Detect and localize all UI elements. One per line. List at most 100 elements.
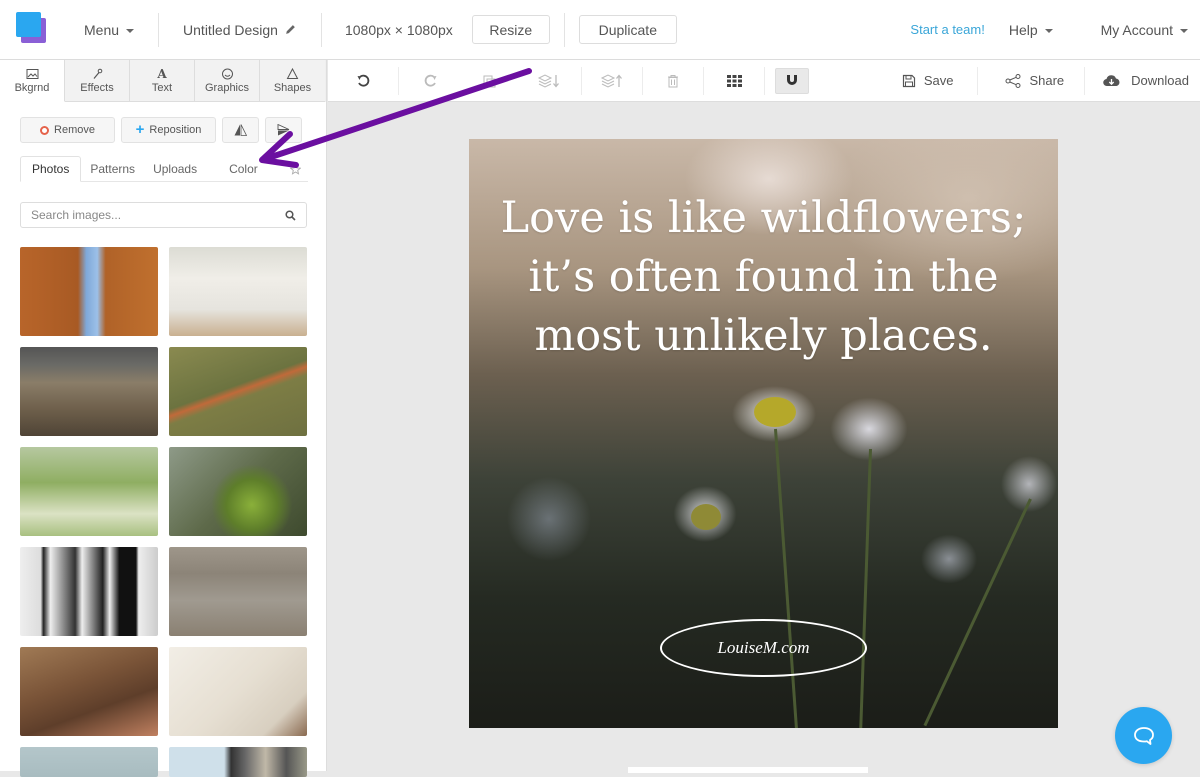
star-icon — [289, 163, 301, 175]
flower-stem — [923, 498, 1032, 727]
tab-text[interactable]: A Text — [130, 60, 195, 102]
account-label: My Account — [1100, 21, 1173, 38]
save-button[interactable]: Save — [902, 73, 954, 88]
reposition-button[interactable]: + Reposition — [121, 117, 216, 143]
chat-icon — [1133, 726, 1154, 745]
move-icon: + — [135, 121, 145, 138]
save-label: Save — [923, 73, 954, 88]
quote-line: most unlikely places. — [534, 311, 993, 361]
photo-thumbnail[interactable] — [20, 647, 158, 736]
search-icon[interactable] — [285, 209, 296, 221]
subtab-patterns[interactable]: Patterns — [81, 156, 144, 182]
copy-button[interactable] — [463, 60, 517, 102]
tab-label: Graphics — [204, 82, 250, 94]
remove-icon — [40, 125, 50, 135]
divider — [764, 66, 765, 95]
watermark-text: LouiseM.com — [717, 638, 810, 657]
subtab-photos[interactable]: Photos — [20, 156, 82, 182]
download-label: Download — [1131, 73, 1189, 88]
undo-button[interactable] — [328, 60, 398, 102]
delete-button[interactable] — [643, 60, 703, 102]
top-header: Menu Untitled Design 1080px × 1080px Res… — [0, 0, 1200, 60]
photo-thumbnail[interactable] — [169, 347, 307, 436]
smiley-icon — [221, 68, 233, 80]
dimensions-label: 1080px × 1080px — [344, 21, 453, 38]
divider — [1084, 66, 1086, 95]
caret-down-icon — [1044, 28, 1053, 33]
photo-grid — [20, 247, 307, 777]
photo-thumbnail[interactable] — [20, 447, 158, 536]
watermark-badge[interactable]: LouiseM.com — [660, 619, 867, 677]
image-search — [20, 202, 307, 228]
subtab-uploads[interactable]: Uploads — [144, 156, 206, 182]
app-logo[interactable] — [0, 0, 60, 60]
magnet-icon — [787, 75, 797, 85]
photo-thumbnail[interactable] — [169, 747, 307, 777]
design-canvas[interactable]: Love is like wildflowers; it’s often fou… — [469, 139, 1058, 728]
magnet-button[interactable] — [775, 67, 809, 94]
photo-thumbnail[interactable] — [20, 547, 158, 636]
account-dropdown[interactable]: My Account — [1101, 13, 1188, 47]
flower-center — [754, 397, 796, 427]
text-icon: A — [157, 67, 167, 81]
sidebar-tabs: Bkgrnd Effects A Text Graphics Shapes — [0, 60, 327, 102]
divider — [158, 12, 160, 47]
flip-vertical-button[interactable] — [265, 117, 302, 143]
tab-background[interactable]: Bkgrnd — [0, 60, 65, 102]
layer-up-button[interactable] — [582, 60, 642, 102]
photo-thumbnail[interactable] — [169, 247, 307, 336]
next-page-preview — [628, 767, 868, 773]
remove-button[interactable]: Remove — [20, 117, 115, 143]
share-label: Share — [1029, 73, 1065, 88]
tab-shapes[interactable]: Shapes — [260, 60, 325, 102]
start-team-link[interactable]: Start a team! — [910, 22, 984, 37]
duplicate-button[interactable]: Duplicate — [578, 15, 677, 44]
search-input[interactable] — [31, 208, 285, 222]
photo-thumbnail[interactable] — [169, 647, 307, 736]
layer-down-button[interactable] — [517, 60, 581, 102]
quote-line: it’s often found in the — [528, 252, 999, 302]
subtab-favorites[interactable] — [281, 156, 310, 182]
magic-wand-icon — [93, 68, 102, 79]
image-icon — [26, 69, 38, 79]
caret-down-icon — [1180, 28, 1188, 33]
background-subtabs: Photos Patterns Uploads Color — [20, 156, 308, 182]
snap-toggle[interactable] — [775, 60, 809, 102]
tab-label: Bkgrnd — [14, 82, 50, 94]
flip-horizontal-button[interactable] — [222, 117, 259, 143]
tab-label: Shapes — [273, 82, 312, 94]
design-title[interactable]: Untitled Design — [183, 13, 297, 47]
share-button[interactable]: Share — [1005, 73, 1064, 88]
download-button[interactable]: Download — [1103, 73, 1189, 88]
quote-text[interactable]: Love is like wildflowers; it’s often fou… — [469, 189, 1058, 366]
caret-down-icon — [126, 28, 135, 33]
flower-stem — [859, 448, 872, 728]
tab-effects[interactable]: Effects — [65, 60, 130, 102]
grid-icon — [726, 74, 742, 87]
tab-graphics[interactable]: Graphics — [195, 60, 260, 102]
menu-dropdown[interactable]: Menu — [84, 13, 135, 47]
cloud-download-icon — [1103, 75, 1120, 87]
divider — [320, 12, 322, 47]
undo-icon — [357, 74, 370, 87]
layer-up-icon — [600, 73, 622, 88]
photo-thumbnail[interactable] — [20, 247, 158, 336]
background-panel: Remove + Reposition Photos Patterns Uplo… — [0, 102, 327, 777]
chat-button[interactable] — [1115, 707, 1172, 764]
redo-button[interactable] — [399, 60, 463, 102]
tab-label: Text — [151, 82, 173, 94]
grid-button[interactable] — [704, 60, 764, 102]
flip-vertical-icon — [277, 124, 290, 136]
photo-thumbnail[interactable] — [169, 447, 307, 536]
flip-horizontal-icon — [234, 124, 247, 136]
redo-icon — [424, 74, 437, 87]
photo-thumbnail[interactable] — [20, 747, 158, 777]
photo-thumbnail[interactable] — [169, 547, 307, 636]
flower-stem — [774, 428, 798, 728]
photo-thumbnail[interactable] — [20, 347, 158, 436]
resize-button[interactable]: Resize — [471, 15, 550, 44]
quote-line: Love is like wildflowers; — [500, 193, 1027, 243]
help-dropdown[interactable]: Help — [1009, 13, 1053, 47]
subtab-color[interactable]: Color — [220, 156, 267, 182]
flower-center — [691, 504, 721, 530]
